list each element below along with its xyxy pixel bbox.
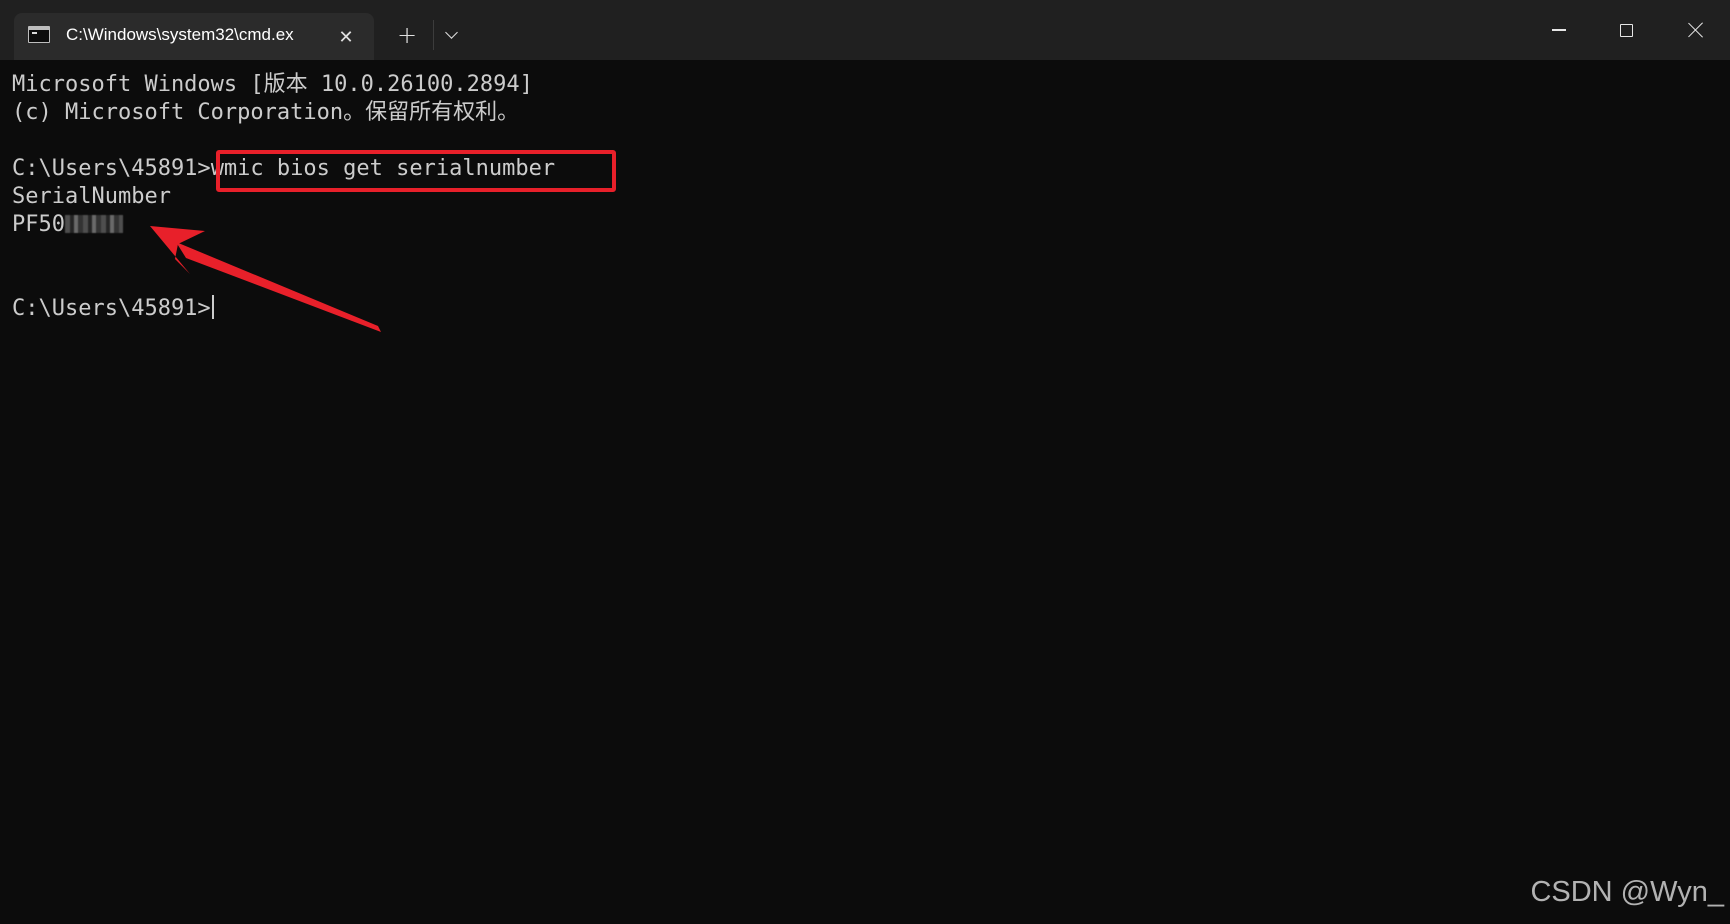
terminal-window: C:\Windows\system32\cmd.ex ✕ + Microsoft… xyxy=(0,0,1730,924)
close-icon xyxy=(1688,22,1704,38)
new-tab-button[interactable]: + xyxy=(392,20,422,50)
serial-number-redacted xyxy=(64,215,123,233)
copyright-line: (c) Microsoft Corporation。保留所有权利。 xyxy=(12,100,520,125)
title-bar[interactable]: C:\Windows\system32\cmd.ex ✕ + xyxy=(0,0,1730,60)
serial-number-visible: PF50 xyxy=(12,212,65,237)
cmd-icon xyxy=(28,26,50,43)
chevron-down-icon xyxy=(444,25,458,39)
maximize-button[interactable] xyxy=(1602,10,1650,50)
maximize-icon xyxy=(1619,23,1633,37)
minimize-icon xyxy=(1552,29,1566,31)
tab-close-button[interactable]: ✕ xyxy=(332,23,360,51)
prompt: C:\Users\45891> xyxy=(12,156,211,181)
text-cursor xyxy=(211,295,214,319)
close-window-button[interactable] xyxy=(1672,10,1720,50)
tab-cmd[interactable]: C:\Windows\system32\cmd.ex ✕ xyxy=(14,13,374,60)
output-header: SerialNumber xyxy=(12,184,171,209)
tab-dropdown-button[interactable] xyxy=(436,20,466,50)
current-prompt-line[interactable]: C:\Users\45891> xyxy=(12,295,214,323)
tab-title: C:\Windows\system32\cmd.ex xyxy=(66,25,294,44)
serial-number-line: PF50 xyxy=(12,211,123,239)
command-highlight-box xyxy=(216,150,616,192)
version-line: Microsoft Windows [版本 10.0.26100.2894] xyxy=(12,72,533,97)
prompt: C:\Users\45891> xyxy=(12,296,211,321)
tab-divider xyxy=(433,20,434,50)
watermark: CSDN @Wyn_ xyxy=(1530,876,1724,908)
minimize-button[interactable] xyxy=(1535,10,1583,50)
